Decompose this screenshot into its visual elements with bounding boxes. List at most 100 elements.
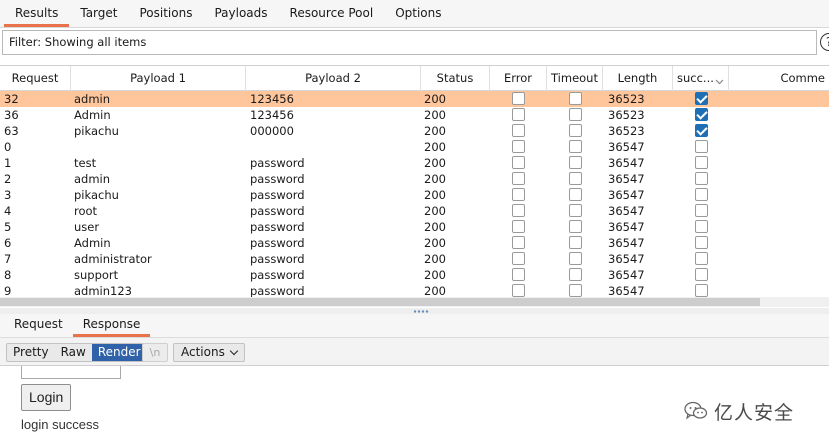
cell-payload1: user [74, 220, 100, 234]
success-cell [673, 267, 729, 283]
timeout-checkbox[interactable] [568, 204, 582, 217]
login-button[interactable]: Login [21, 384, 72, 411]
tab-payloads[interactable]: Payloads [203, 0, 278, 27]
timeout-checkbox[interactable] [568, 156, 582, 169]
error-checkbox[interactable] [512, 188, 525, 201]
error-checkbox[interactable] [512, 252, 525, 265]
column-header-length[interactable]: Length [603, 66, 673, 91]
cell-request: 8 [4, 268, 12, 282]
error-checkbox[interactable] [512, 284, 525, 297]
cell-length: 36547 [608, 172, 645, 186]
cell-length: 36547 [608, 156, 645, 170]
success-cell [673, 187, 729, 203]
cell-payload2: password [250, 188, 305, 202]
timeout-checkbox[interactable] [568, 140, 582, 153]
tab-resource-pool[interactable]: Resource Pool [279, 0, 385, 27]
tab-request[interactable]: Request [4, 313, 73, 337]
timeout-checkbox[interactable] [568, 92, 582, 105]
table-row[interactable]: 4 root password 200 36547 [0, 203, 829, 219]
column-header-payload2[interactable]: Payload 2 [246, 66, 421, 91]
error-checkbox[interactable] [512, 204, 525, 217]
actions-button[interactable]: Actions [173, 343, 245, 362]
success-checkbox[interactable] [694, 124, 708, 137]
timeout-checkbox[interactable] [568, 172, 582, 185]
table-row[interactable]: 36 Admin 123456 200 36523 [0, 107, 829, 123]
cell-status: 200 [424, 140, 446, 154]
timeout-cell [547, 219, 603, 235]
error-checkbox[interactable] [512, 124, 525, 137]
column-header-request[interactable]: Request [0, 66, 71, 91]
cell-comment [729, 187, 829, 203]
error-checkbox[interactable] [512, 140, 525, 153]
cell-payload1: pikachu [74, 188, 119, 202]
table-row[interactable]: 2 admin password 200 36547 [0, 171, 829, 187]
success-checkbox[interactable] [694, 188, 708, 201]
success-checkbox[interactable] [694, 268, 708, 281]
timeout-cell [547, 251, 603, 267]
pretty-button[interactable]: Pretty [7, 344, 55, 361]
drag-handle-icon[interactable] [413, 310, 429, 313]
rendered-password-input[interactable] [21, 366, 121, 379]
column-header-timeout[interactable]: Timeout [547, 66, 603, 91]
table-row[interactable]: 7 administrator password 200 36547 [0, 251, 829, 267]
tab-options[interactable]: Options [384, 0, 452, 27]
render-button[interactable]: Render [91, 344, 147, 361]
raw-button[interactable]: Raw [55, 344, 92, 361]
timeout-checkbox[interactable] [568, 124, 582, 137]
column-header-status[interactable]: Status [421, 66, 490, 91]
table-row[interactable]: 1 test password 200 36547 [0, 155, 829, 171]
success-checkbox[interactable] [694, 284, 708, 297]
tab-target[interactable]: Target [69, 0, 128, 27]
timeout-checkbox[interactable] [568, 220, 582, 233]
timeout-checkbox[interactable] [568, 268, 582, 281]
filter-bar[interactable]: Filter: Showing all items [2, 30, 817, 55]
table-row[interactable]: 32 admin 123456 200 36523 [0, 91, 829, 107]
success-checkbox[interactable] [694, 236, 708, 249]
cell-request: 5 [4, 220, 12, 234]
table-row[interactable]: 6 Admin password 200 36547 [0, 235, 829, 251]
column-header-error[interactable]: Error [490, 66, 547, 91]
watermark-text: 亿人安全 [714, 401, 795, 424]
success-checkbox[interactable] [694, 220, 708, 233]
table-row[interactable]: 63 pikachu 000000 200 36523 [0, 123, 829, 139]
error-checkbox[interactable] [512, 220, 525, 233]
column-header-comment[interactable]: Comme [729, 66, 829, 91]
success-checkbox[interactable] [694, 252, 708, 265]
error-checkbox[interactable] [512, 172, 525, 185]
timeout-checkbox[interactable] [568, 236, 582, 249]
timeout-checkbox[interactable] [568, 284, 582, 297]
success-cell [673, 219, 729, 235]
message-tab-bar: Request Response [0, 314, 829, 338]
newline-toggle-button[interactable]: \n [142, 343, 168, 362]
column-header-success[interactable]: succ... [673, 66, 729, 91]
column-header-payload1[interactable]: Payload 1 [71, 66, 246, 91]
success-checkbox[interactable] [694, 92, 708, 105]
error-checkbox[interactable] [512, 268, 525, 281]
table-row[interactable]: 8 support password 200 36547 [0, 267, 829, 283]
error-checkbox[interactable] [512, 156, 525, 169]
scrollbar-thumb[interactable] [0, 298, 760, 306]
timeout-checkbox[interactable] [568, 108, 582, 121]
success-checkbox[interactable] [694, 156, 708, 169]
cell-status: 200 [424, 92, 446, 106]
success-checkbox[interactable] [694, 204, 708, 217]
horizontal-scrollbar[interactable] [0, 297, 829, 307]
help-icon[interactable]: ? [820, 33, 829, 51]
error-checkbox[interactable] [512, 92, 525, 105]
timeout-cell [547, 203, 603, 219]
error-checkbox[interactable] [512, 108, 525, 121]
table-row[interactable]: 0 200 36547 [0, 139, 829, 155]
success-checkbox[interactable] [694, 108, 708, 121]
error-cell [490, 155, 547, 171]
table-row[interactable]: 5 user password 200 36547 [0, 219, 829, 235]
tab-results[interactable]: Results [4, 0, 70, 27]
timeout-checkbox[interactable] [568, 188, 582, 201]
timeout-checkbox[interactable] [568, 252, 582, 265]
tab-positions[interactable]: Positions [128, 0, 203, 27]
table-row[interactable]: 3 pikachu password 200 36547 [0, 187, 829, 203]
cell-length: 36547 [608, 220, 645, 234]
success-checkbox[interactable] [694, 172, 708, 185]
tab-response[interactable]: Response [72, 313, 151, 337]
success-checkbox[interactable] [694, 140, 708, 153]
error-checkbox[interactable] [512, 236, 525, 249]
